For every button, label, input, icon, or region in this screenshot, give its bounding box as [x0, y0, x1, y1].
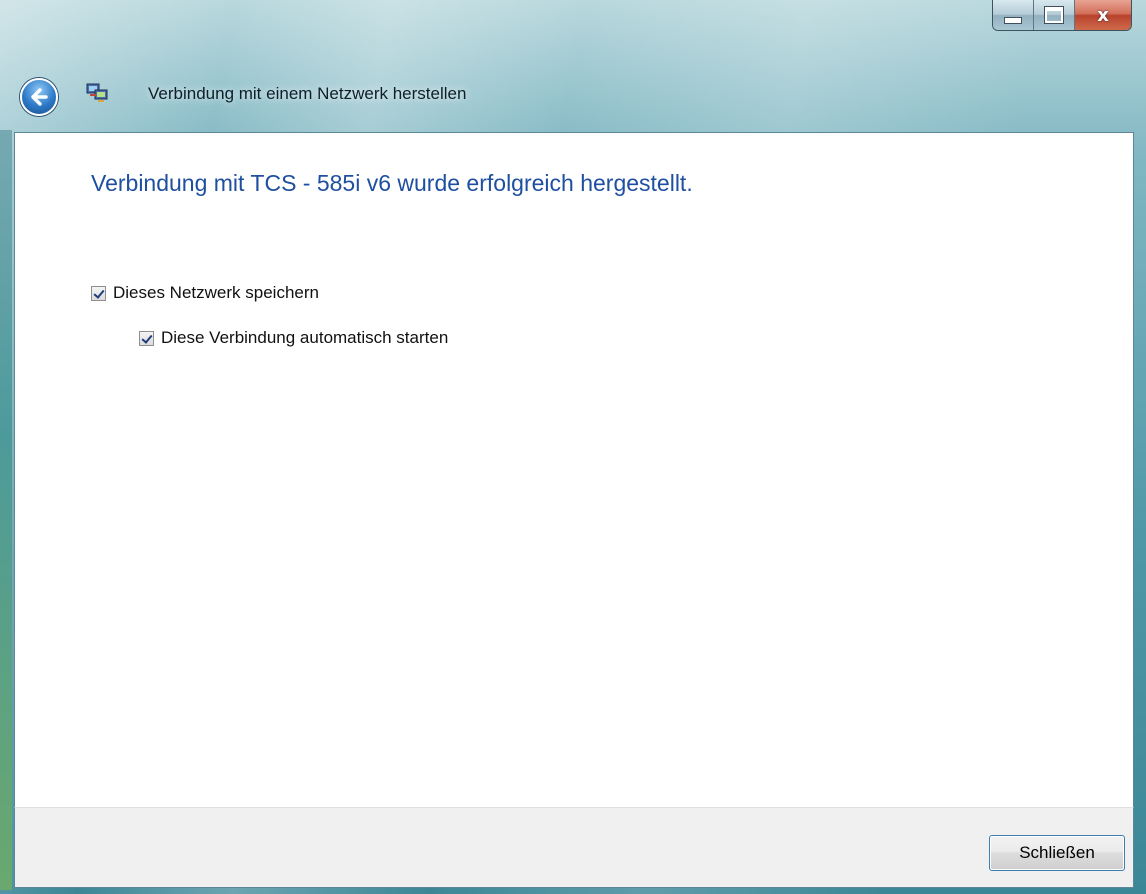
save-network-checkbox[interactable] [91, 285, 106, 301]
back-button[interactable] [20, 78, 58, 116]
main-heading: Verbindung mit TCS - 585i v6 wurde erfol… [91, 170, 693, 196]
auto-connect-checkbox[interactable] [139, 330, 154, 346]
caption-buttons: x [992, 0, 1132, 31]
save-network-label: Dieses Netzwerk speichern [113, 283, 319, 302]
close-icon: x [1097, 4, 1109, 26]
back-arrow-icon [31, 88, 48, 106]
maximize-icon [1044, 6, 1064, 24]
close-button[interactable]: Schließen [989, 835, 1125, 871]
network-connect-icon [86, 83, 108, 102]
auto-connect-option[interactable]: Diese Verbindung automatisch starten [139, 328, 448, 348]
maximize-button[interactable] [1034, 0, 1075, 30]
minimize-icon [1004, 16, 1022, 24]
save-network-option[interactable]: Dieses Netzwerk speichern [91, 283, 319, 303]
minimize-button[interactable] [993, 0, 1034, 30]
frame-edge [0, 130, 12, 890]
nav-row: Verbindung mit einem Netzwerk herstellen [0, 60, 1146, 132]
window-title: Verbindung mit einem Netzwerk herstellen [148, 84, 467, 103]
footer-bar: Schließen [14, 807, 1134, 888]
content-panel: Verbindung mit TCS - 585i v6 wurde erfol… [14, 132, 1134, 808]
auto-connect-label: Diese Verbindung automatisch starten [161, 328, 449, 347]
close-window-button[interactable]: x [1075, 0, 1131, 30]
